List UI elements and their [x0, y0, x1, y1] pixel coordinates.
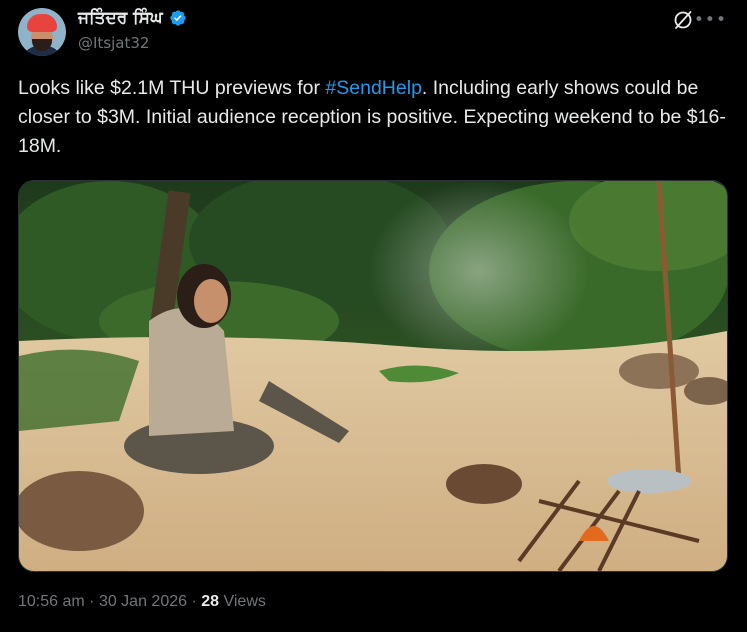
- views-label: Views: [219, 593, 266, 610]
- avatar[interactable]: [18, 8, 66, 56]
- avatar-turban: [27, 14, 57, 32]
- meta-separator: ·: [84, 593, 99, 610]
- tweet-metadata: 10:56 am · 30 Jan 2026 · 28 Views: [18, 593, 266, 611]
- verified-badge-icon: [169, 10, 186, 26]
- tweet-time[interactable]: 10:56 am: [18, 593, 85, 610]
- author-handle[interactable]: @Itsjat32: [78, 34, 149, 52]
- tweet-text: Looks like $2.1M THU previews for #SendH…: [18, 74, 728, 161]
- tweet-text-part: Looks like $2.1M THU previews for: [18, 77, 326, 99]
- author-name-row[interactable]: ਜਤਿੰਦਰ ਸਿੰਘ: [78, 8, 187, 28]
- beach-scene: [19, 181, 727, 571]
- author-name[interactable]: ਜਤਿੰਦਰ ਸਿੰਘ: [78, 8, 163, 28]
- meta-separator: ·: [187, 593, 202, 610]
- tweet-media-image[interactable]: [18, 180, 728, 572]
- tweet-date[interactable]: 30 Jan 2026: [99, 593, 187, 610]
- more-options-icon[interactable]: •••: [694, 10, 727, 30]
- hashtag-link[interactable]: #SendHelp: [325, 77, 422, 99]
- grok-icon[interactable]: [671, 8, 695, 32]
- views-count: 28: [201, 593, 220, 610]
